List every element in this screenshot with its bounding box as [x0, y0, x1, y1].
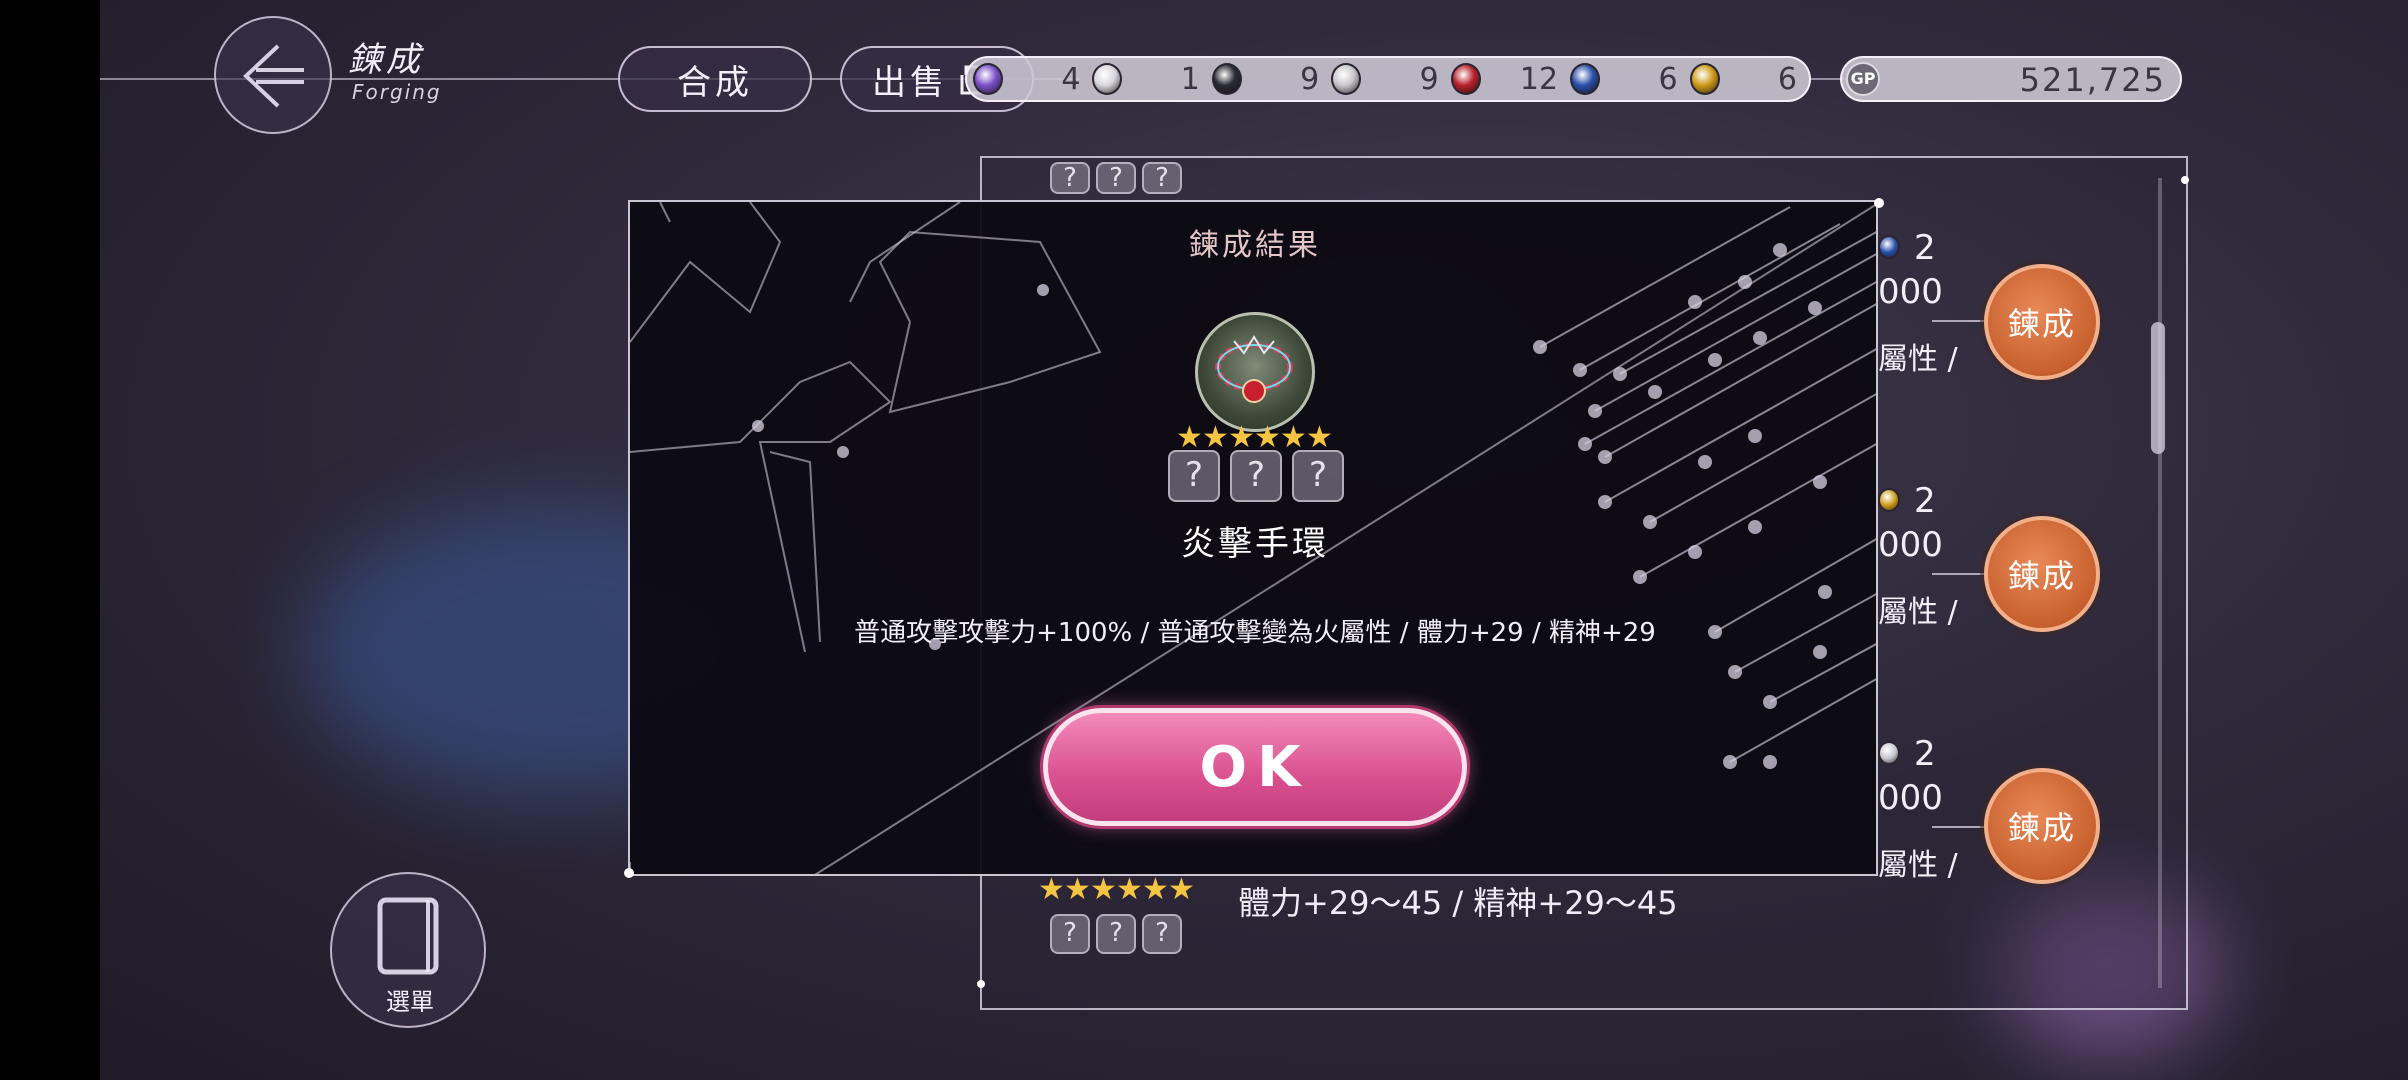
row-gem-count: 2: [1914, 228, 1936, 268]
synthesis-label: 合成: [677, 62, 753, 103]
row-attributes: 屬性 /: [1878, 342, 1958, 377]
dialog-title: 鍊成結果: [1189, 228, 1321, 263]
resource-count: 9: [1300, 61, 1320, 97]
corner-dot: [977, 980, 985, 988]
list-scrollbar-thumb[interactable]: [2151, 322, 2165, 454]
bottom-item-stats: 體力+29～45 / 精神+29～45: [1238, 884, 1678, 922]
resource-item: 1: [1092, 59, 1211, 99]
list-scrollbar[interactable]: [2158, 178, 2162, 988]
star-icon: ★: [1038, 872, 1065, 907]
row-gem-count: 2: [1914, 481, 1936, 521]
forge-button[interactable]: 鍊成: [1984, 516, 2100, 632]
ok-button[interactable]: OK: [1043, 708, 1467, 826]
menu-button[interactable]: 選單: [330, 872, 486, 1028]
star-icon: ★: [1168, 872, 1195, 907]
row-cost: 000: [1878, 778, 1943, 818]
row-attributes: 屬性 /: [1878, 595, 1958, 630]
bracelet-art: [1215, 335, 1293, 403]
row-connector: [1932, 320, 1984, 322]
purple-gem-icon: [973, 63, 1003, 95]
resource-bar: 4 1 9 9 12 6 6: [965, 56, 1811, 102]
resource-item: 9: [1331, 59, 1450, 99]
forge-button-label: 鍊成: [2007, 557, 2076, 595]
page-title: 鍊成: [348, 40, 424, 80]
resource-item: 9: [1211, 59, 1331, 99]
unknown-slot: ?: [1050, 914, 1090, 954]
ok-label: OK: [1199, 734, 1311, 800]
red-gem-icon: [1450, 63, 1481, 95]
row-cost: 000: [1878, 272, 1943, 312]
forge-button-label: 鍊成: [2007, 305, 2076, 343]
corner-dot: [624, 868, 634, 878]
blue-gem-icon: [1570, 63, 1601, 95]
forging-result-dialog: 鍊成結果 ★ ★ ★ ★ ★ ★ ? ? ? 炎擊手環 普通攻擊攻擊力+100% / 普通…: [628, 200, 1878, 876]
resource-item: 12: [1450, 59, 1570, 99]
book-icon: [377, 897, 439, 975]
resource-item: 4: [973, 59, 1092, 99]
resource-count: 12: [1519, 61, 1559, 97]
sell-label: 出售: [872, 62, 948, 103]
row-gem-icon: [1878, 235, 1900, 259]
item-name: 炎擊手環: [1181, 524, 1329, 564]
arrow-left-icon: [243, 44, 304, 108]
yellow-gem-icon: [1689, 63, 1720, 95]
row-connector: [1932, 826, 1984, 828]
unknown-slot: ?: [1050, 162, 1090, 194]
row-attributes: 屬性 /: [1878, 848, 1958, 883]
gp-coin-icon: GP: [1846, 62, 1880, 96]
row-gem-icon: [1878, 741, 1900, 765]
star-icon: ★: [1142, 872, 1169, 907]
bracelet-icon: [1195, 312, 1315, 432]
resource-count: 9: [1419, 61, 1439, 97]
item-description: 普通攻擊攻擊力+100% / 普通攻擊變為火屬性 / 體力+29 / 精神+29: [854, 618, 1656, 648]
row-gem-icon: [1878, 488, 1900, 512]
resource-count: 4: [1061, 61, 1081, 97]
star-icon: ★: [1306, 420, 1333, 455]
forge-button-label: 鍊成: [2007, 809, 2076, 847]
star-icon: ★: [1116, 872, 1143, 907]
star-icon: ★: [1064, 872, 1091, 907]
forge-button[interactable]: 鍊成: [1984, 768, 2100, 884]
row-cost: 000: [1878, 525, 1943, 565]
unknown-slot: ?: [1292, 450, 1344, 502]
corner-dot: [1874, 198, 1884, 208]
unknown-slot: ?: [1168, 450, 1220, 502]
unknown-slot: ?: [1142, 162, 1182, 194]
unknown-slot: ?: [1096, 162, 1136, 194]
unknown-slot: ?: [1230, 450, 1282, 502]
back-button[interactable]: [214, 16, 332, 134]
corner-dot: [2181, 176, 2189, 184]
gold-display: GP 521,725: [1840, 56, 2182, 102]
diamond-icon: [1092, 63, 1123, 95]
gold-value: 521,725: [2019, 61, 2166, 99]
resource-item: 6: [1570, 59, 1689, 99]
star-icon: ★: [1090, 872, 1117, 907]
star-icon: ★: [1280, 420, 1307, 455]
unknown-slot: ?: [1142, 914, 1182, 954]
black-gem-icon: [1211, 63, 1242, 95]
star-icon: ★: [1228, 420, 1255, 455]
star-icon: ★: [1254, 420, 1281, 455]
resource-item: 6: [1689, 59, 1809, 99]
menu-label: 選單: [386, 988, 434, 1016]
resource-count: 6: [1777, 61, 1797, 97]
forge-button[interactable]: 鍊成: [1984, 264, 2100, 380]
white-gem-icon: [1331, 63, 1362, 95]
star-icon: ★: [1176, 420, 1203, 455]
page-subtitle: Forging: [352, 80, 442, 104]
resource-count: 1: [1180, 61, 1200, 97]
unknown-slot: ?: [1096, 914, 1136, 954]
synthesis-button[interactable]: 合成: [618, 46, 812, 112]
row-gem-count: 2: [1914, 734, 1936, 774]
row-connector: [1932, 573, 1984, 575]
star-icon: ★: [1202, 420, 1229, 455]
resource-count: 6: [1658, 61, 1678, 97]
